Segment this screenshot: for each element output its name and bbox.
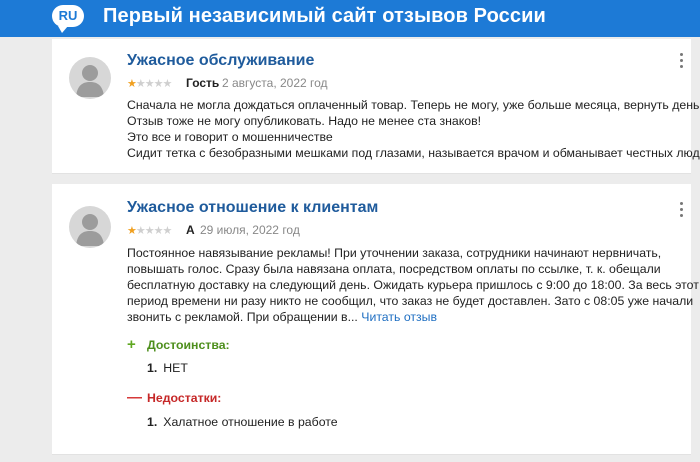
read-more-link[interactable]: Читать отзыв [361,310,437,324]
review-date: 2 августа, 2022 год [222,76,328,90]
review-date: 29 июля, 2022 год [200,223,300,237]
review-card: Ужасное отношение к клиентам ★★★★★ А 29 … [52,184,699,455]
list-item: 1. Халатное отношение в работе [147,415,338,429]
site-title[interactable]: Первый независимый сайт отзывов России [103,5,546,28]
plus-icon: + [127,336,136,353]
star-rating: ★★★★★ [127,77,172,90]
pros-header: + Достоинства: [127,336,230,353]
star-icon: ★ [127,225,137,237]
review-text: Сначала не могла дождаться оплаченный то… [127,98,700,160]
vertical-dots-icon[interactable] [677,51,685,71]
review-text: Постоянное навязывание рекламы! При уточ… [127,246,699,324]
review-meta: ★★★★★ Гость 2 августа, 2022 год [127,76,427,92]
star-icon: ★★★★ [135,225,172,237]
review-title[interactable]: Ужасное обслуживание [127,52,314,70]
star-icon: ★ [127,78,137,90]
review-author[interactable]: Гость [186,76,219,90]
minus-icon: — [127,389,142,406]
review-author[interactable]: А [186,223,195,237]
cons-header: — Недостатки: [127,389,222,406]
ru-speech-badge-icon[interactable]: RU [52,5,84,33]
user-silhouette-icon [69,57,111,99]
site-header: RU Первый независимый сайт отзывов Росси… [0,0,700,37]
star-icon: ★★★★ [135,78,172,90]
star-rating: ★★★★★ [127,224,172,237]
review-card: Ужасное обслуживание ★★★★★ Гость 2 авгус… [52,39,700,174]
vertical-dots-icon[interactable] [677,200,685,220]
user-silhouette-icon [69,206,111,248]
review-title[interactable]: Ужасное отношение к клиентам [127,199,378,217]
list-item: 1. НЕТ [147,361,188,375]
review-meta: ★★★★★ А 29 июля, 2022 год [127,223,427,239]
